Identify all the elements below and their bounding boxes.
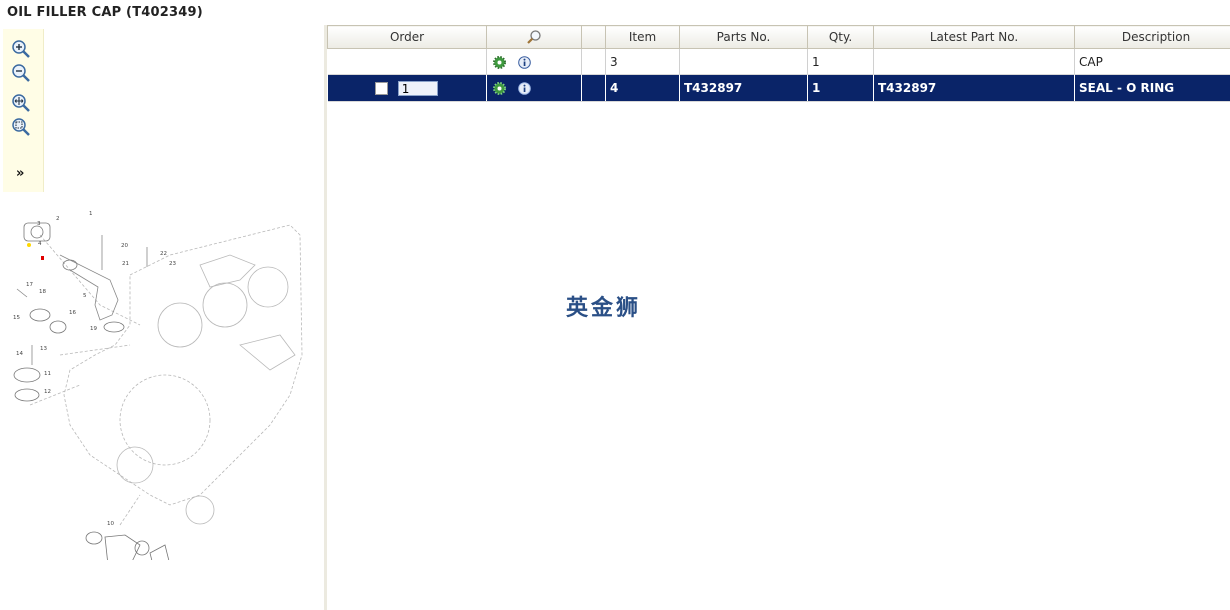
order-quantity-input[interactable]: 1 xyxy=(397,80,438,96)
svg-text:20: 20 xyxy=(121,243,128,249)
page-title: OIL FILLER CAP (T402349) xyxy=(7,5,203,20)
order-checkbox[interactable] xyxy=(374,81,388,95)
table-header: Order Item Parts No. Qty. Latest Part No… xyxy=(327,25,1230,49)
parts-diagram[interactable]: 123 456 789 101112 131415 161718 192021 … xyxy=(0,180,310,560)
zoom-area-icon[interactable] xyxy=(11,117,31,137)
order-cell: 1 xyxy=(327,74,487,102)
latest-part-no-cell: T432897 xyxy=(873,74,1075,102)
svg-text:18: 18 xyxy=(39,289,46,295)
blank-cell xyxy=(581,48,606,75)
svg-text:13: 13 xyxy=(40,346,47,352)
table-row-selected[interactable]: 1 4 T432897 1 T432897 SEAL - O RING xyxy=(327,74,1230,102)
column-header-item[interactable]: Item xyxy=(605,25,680,49)
qty-cell: 1 xyxy=(807,74,874,102)
table-row[interactable]: 3 1 CAP xyxy=(327,48,1230,75)
diagram-pane: » 1 2 3 4 5 10 11 12 13 14 15 16 17 18 1… xyxy=(0,25,325,610)
svg-text:10: 10 xyxy=(107,521,114,527)
parts-no-cell: T432897 xyxy=(679,74,808,102)
column-header-order[interactable]: Order xyxy=(327,25,487,49)
svg-text:23: 23 xyxy=(169,261,176,267)
row-actions xyxy=(486,48,582,75)
zoom-in-icon[interactable] xyxy=(11,39,31,59)
svg-text:5: 5 xyxy=(83,293,87,299)
column-header-latest-part-no[interactable]: Latest Part No. xyxy=(873,25,1075,49)
svg-text:22: 22 xyxy=(160,251,167,257)
column-header-parts-no[interactable]: Parts No. xyxy=(679,25,808,49)
column-header-qty[interactable]: Qty. xyxy=(807,25,874,49)
qty-cell: 1 xyxy=(807,48,874,75)
svg-text:16: 16 xyxy=(69,310,76,316)
blank-cell xyxy=(581,74,606,102)
order-cell xyxy=(327,48,487,75)
gear-icon[interactable] xyxy=(493,55,506,69)
item-cell: 4 xyxy=(605,74,680,102)
column-header-blank xyxy=(581,25,606,49)
svg-text:15: 15 xyxy=(13,315,20,321)
expand-panel-button[interactable]: » xyxy=(16,166,24,181)
svg-text:19: 19 xyxy=(90,326,97,332)
zoom-toolbar: » xyxy=(3,29,44,192)
zoom-fit-icon[interactable] xyxy=(11,93,31,113)
column-header-search[interactable] xyxy=(486,25,582,49)
watermark-logo: 英金狮 xyxy=(566,296,642,321)
svg-text:4: 4 xyxy=(38,241,42,247)
row-actions xyxy=(486,74,582,102)
search-icon[interactable] xyxy=(526,29,542,45)
item-cell: 3 xyxy=(605,48,680,75)
svg-text:12: 12 xyxy=(44,389,51,395)
parts-no-cell xyxy=(679,48,808,75)
svg-text:21: 21 xyxy=(122,261,129,267)
svg-text:17: 17 xyxy=(26,282,33,288)
zoom-out-icon[interactable] xyxy=(11,63,31,83)
column-header-description[interactable]: Description xyxy=(1074,25,1230,49)
description-cell: CAP xyxy=(1074,48,1230,75)
latest-part-no-cell xyxy=(873,48,1075,75)
info-icon[interactable] xyxy=(518,55,531,69)
svg-text:14: 14 xyxy=(16,351,23,357)
description-cell: SEAL - O RING xyxy=(1074,74,1230,102)
gear-icon[interactable] xyxy=(493,82,506,95)
svg-text:3: 3 xyxy=(37,221,41,227)
svg-text:1: 1 xyxy=(89,211,93,217)
svg-text:2: 2 xyxy=(56,216,60,222)
info-icon[interactable] xyxy=(518,82,531,95)
svg-text:11: 11 xyxy=(44,371,51,377)
parts-table: Order Item Parts No. Qty. Latest Part No… xyxy=(327,25,1230,610)
